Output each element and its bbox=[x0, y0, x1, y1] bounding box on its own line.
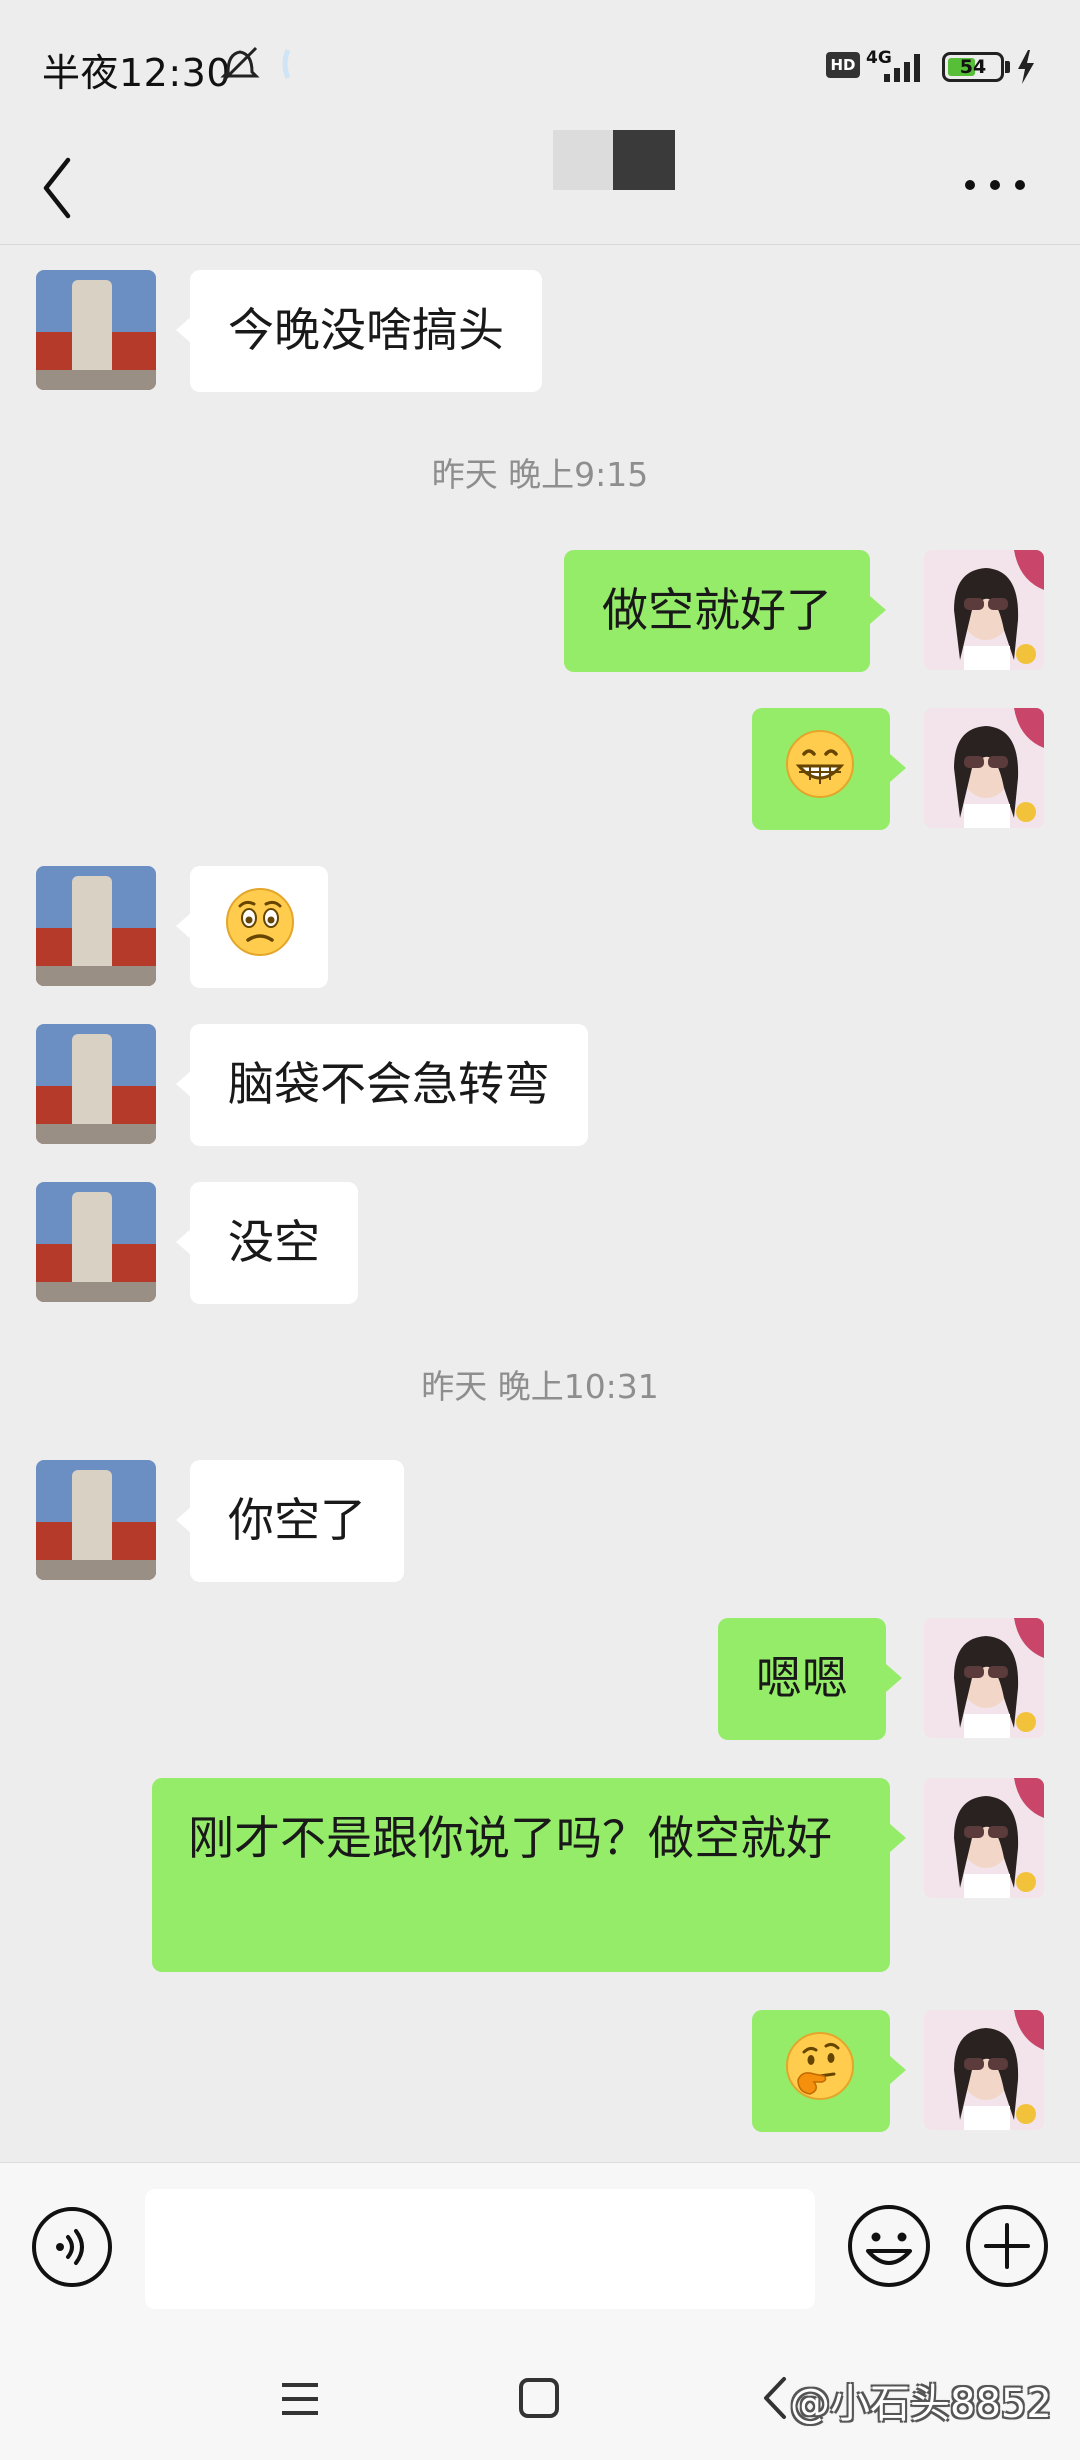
message-bubble-incoming[interactable]: 脑袋不会急转弯 bbox=[176, 1024, 588, 1146]
contact-avatar[interactable] bbox=[36, 1182, 156, 1302]
header-divider bbox=[0, 244, 1080, 245]
chat-header bbox=[0, 130, 1080, 245]
recent-apps-icon[interactable] bbox=[280, 2379, 320, 2419]
my-avatar[interactable] bbox=[924, 550, 1044, 670]
message-text: 脑袋不会急转弯 bbox=[228, 1057, 550, 1111]
my-avatar[interactable] bbox=[924, 708, 1044, 828]
message-text: 做空就好了 bbox=[602, 583, 832, 637]
message-bubble-outgoing[interactable]: 做空就好了 bbox=[564, 550, 886, 672]
contact-avatar[interactable] bbox=[36, 270, 156, 390]
contact-avatar[interactable] bbox=[36, 866, 156, 986]
chat-input-bar bbox=[0, 2162, 1080, 2336]
emoji-picker-icon[interactable] bbox=[846, 2203, 932, 2289]
plus-icon[interactable] bbox=[964, 2203, 1050, 2289]
worried-emoji bbox=[226, 888, 294, 956]
charging-icon bbox=[1018, 50, 1034, 84]
message-input[interactable] bbox=[145, 2189, 815, 2309]
more-icon[interactable] bbox=[960, 170, 1030, 200]
contact-name-redacted bbox=[553, 130, 677, 190]
message-bubble-incoming[interactable]: 没空 bbox=[176, 1182, 358, 1304]
thinking-emoji bbox=[786, 2032, 854, 2100]
notification-icon bbox=[282, 49, 291, 79]
system-back-icon[interactable] bbox=[760, 2375, 790, 2421]
back-arrow-icon[interactable] bbox=[38, 148, 78, 228]
battery-level: 54 bbox=[959, 56, 987, 78]
message-text: 嗯嗯 bbox=[756, 1651, 848, 1705]
battery-icon: 54 bbox=[942, 52, 1004, 82]
timestamp: 昨天 晚上9:15 bbox=[431, 455, 649, 494]
watermark: @小石头8852 bbox=[790, 2381, 1052, 2427]
contact-avatar[interactable] bbox=[36, 1024, 156, 1144]
voice-input-icon[interactable] bbox=[30, 2205, 114, 2289]
my-avatar[interactable] bbox=[924, 2010, 1044, 2130]
status-bar: 半夜12:30 HD 4G 54 bbox=[0, 0, 1080, 130]
message-bubble-outgoing[interactable] bbox=[752, 708, 906, 830]
signal-icon bbox=[884, 54, 920, 82]
message-text: 今晚没啥搞头 bbox=[228, 303, 504, 357]
message-bubble-incoming[interactable]: 你空了 bbox=[176, 1460, 404, 1582]
contact-avatar[interactable] bbox=[36, 1460, 156, 1580]
my-avatar[interactable] bbox=[924, 1778, 1044, 1898]
mute-icon bbox=[220, 46, 260, 82]
battery-tip bbox=[1005, 61, 1010, 73]
timestamp: 昨天 晚上10:31 bbox=[421, 1367, 659, 1406]
message-bubble-outgoing[interactable]: 嗯嗯 bbox=[718, 1618, 902, 1740]
message-bubble-outgoing[interactable]: 刚才不是跟你说了吗？做空就好 bbox=[152, 1778, 906, 1972]
hd-badge: HD bbox=[826, 52, 860, 78]
message-bubble-incoming[interactable]: 今晚没啥搞头 bbox=[176, 270, 542, 392]
message-text: 刚才不是跟你说了吗？做空就好 bbox=[188, 1811, 832, 1865]
message-text: 你空了 bbox=[228, 1493, 366, 1547]
home-icon[interactable] bbox=[518, 2377, 560, 2419]
grin-emoji bbox=[786, 730, 854, 798]
status-time: 半夜12:30 bbox=[42, 51, 232, 95]
message-text: 没空 bbox=[228, 1215, 320, 1269]
message-bubble-outgoing[interactable] bbox=[752, 2010, 906, 2132]
system-navigation-bar: @小石头8852 bbox=[0, 2335, 1080, 2460]
message-bubble-incoming[interactable] bbox=[176, 866, 328, 988]
my-avatar[interactable] bbox=[924, 1618, 1044, 1738]
